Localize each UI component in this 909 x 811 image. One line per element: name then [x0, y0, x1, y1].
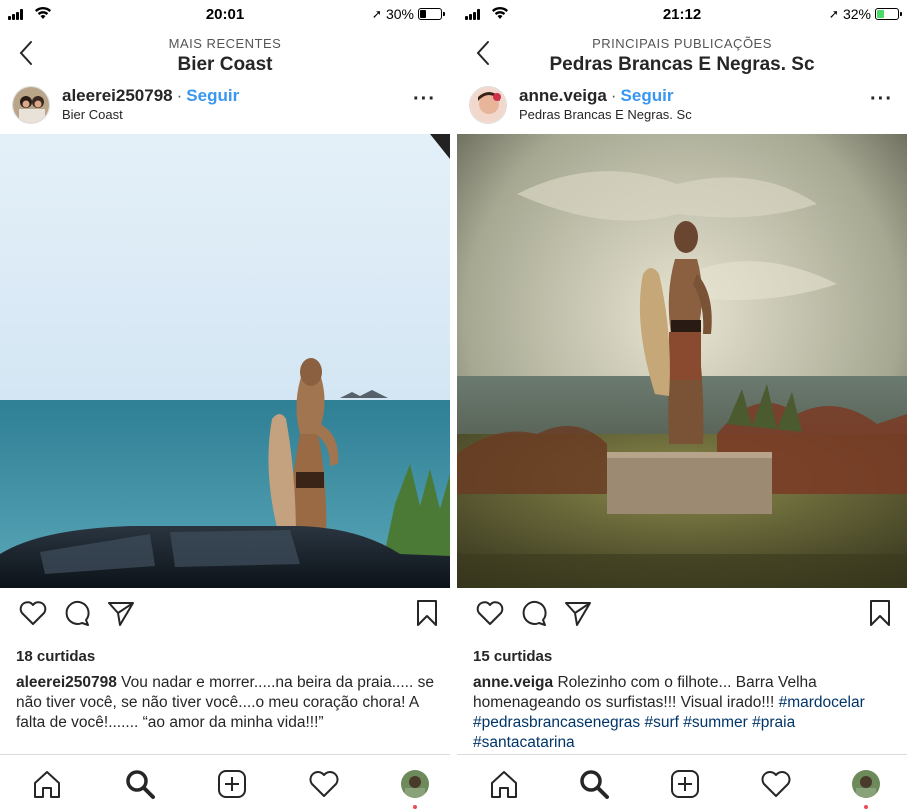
search-icon[interactable] — [577, 767, 611, 801]
right-screenshot: 21:12 ➚ 32% PRINCIPAIS PUBLICAÇÕES Pedra… — [457, 0, 907, 811]
comment-icon[interactable] — [519, 598, 549, 628]
follow-button[interactable]: Seguir — [186, 86, 239, 105]
post-photo[interactable] — [457, 134, 907, 588]
post-caption: aleerei250798 Vou nadar e morrer.....na … — [16, 673, 436, 733]
post-location[interactable]: Bier Coast — [62, 107, 123, 122]
battery-icon — [875, 8, 902, 20]
more-options-icon[interactable]: ··· — [413, 88, 436, 111]
like-heart-icon[interactable] — [18, 598, 48, 628]
post-username[interactable]: aleerei250798 — [62, 86, 173, 105]
battery-icon — [418, 8, 445, 20]
bookmark-icon[interactable] — [412, 598, 442, 628]
status-bar: 20:01 ➚ 30% — [0, 0, 450, 28]
caption-username[interactable]: aleerei250798 — [16, 674, 117, 691]
nav-header: MAIS RECENTES Bier Coast — [0, 28, 450, 80]
location-arrow-icon: ➚ — [371, 7, 382, 21]
bookmark-icon[interactable] — [865, 598, 895, 628]
home-icon[interactable] — [487, 767, 521, 801]
follow-button[interactable]: Seguir — [621, 86, 674, 105]
avatar[interactable] — [469, 86, 507, 124]
left-screenshot: 20:01 ➚ 30% MAIS RECENTES Bier Coast ale… — [0, 0, 450, 811]
bottom-tab-bar — [457, 754, 907, 811]
nav-title[interactable]: Pedras Brancas E Negras. Sc — [457, 54, 907, 76]
profile-tab[interactable] — [849, 767, 883, 809]
comment-icon[interactable] — [62, 598, 92, 628]
likes-count[interactable]: 18 curtidas — [16, 648, 95, 665]
profile-tab[interactable] — [398, 767, 432, 809]
location-arrow-icon: ➚ — [828, 7, 839, 21]
post-caption: anne.veiga Rolezinho com o filhote... Ba… — [473, 673, 893, 753]
notification-dot — [413, 805, 417, 809]
post-username[interactable]: anne.veiga — [519, 86, 607, 105]
plus-square-icon[interactable] — [668, 767, 702, 801]
paper-plane-icon[interactable] — [106, 598, 136, 628]
post-actions — [0, 598, 450, 638]
battery-percent: 30% — [385, 6, 414, 22]
activity-heart-icon[interactable] — [759, 767, 793, 801]
nav-subtitle: PRINCIPAIS PUBLICAÇÕES — [592, 36, 772, 51]
search-icon[interactable] — [123, 767, 157, 801]
battery-percent: 32% — [842, 6, 871, 22]
caption-username[interactable]: anne.veiga — [473, 674, 553, 691]
likes-count[interactable]: 15 curtidas — [473, 648, 552, 665]
post-photo[interactable] — [0, 134, 450, 588]
post-header: anne.veiga · Seguir Pedras Brancas E Negra… — [457, 80, 907, 132]
like-heart-icon[interactable] — [475, 598, 505, 628]
bottom-tab-bar — [0, 754, 450, 811]
paper-plane-icon[interactable] — [563, 598, 593, 628]
activity-heart-icon[interactable] — [307, 767, 341, 801]
avatar[interactable] — [12, 86, 50, 124]
home-icon[interactable] — [30, 767, 64, 801]
separator-dot: · — [176, 86, 183, 105]
status-bar: 21:12 ➚ 32% — [457, 0, 907, 28]
nav-title[interactable]: Bier Coast — [0, 54, 450, 76]
post-location[interactable]: Pedras Brancas E Negras. Sc — [519, 107, 692, 122]
notification-dot — [864, 805, 868, 809]
nav-header: PRINCIPAIS PUBLICAÇÕES Pedras Brancas E … — [457, 28, 907, 80]
nav-subtitle: MAIS RECENTES — [168, 36, 282, 51]
post-actions — [457, 598, 907, 638]
more-options-icon[interactable]: ··· — [870, 88, 893, 111]
panel-divider — [450, 0, 457, 811]
post-header: aleerei250798 · Seguir Bier Coast ··· — [0, 80, 450, 132]
separator-dot: · — [610, 86, 617, 105]
plus-square-icon[interactable] — [215, 767, 249, 801]
profile-avatar — [852, 770, 880, 798]
profile-avatar — [401, 770, 429, 798]
